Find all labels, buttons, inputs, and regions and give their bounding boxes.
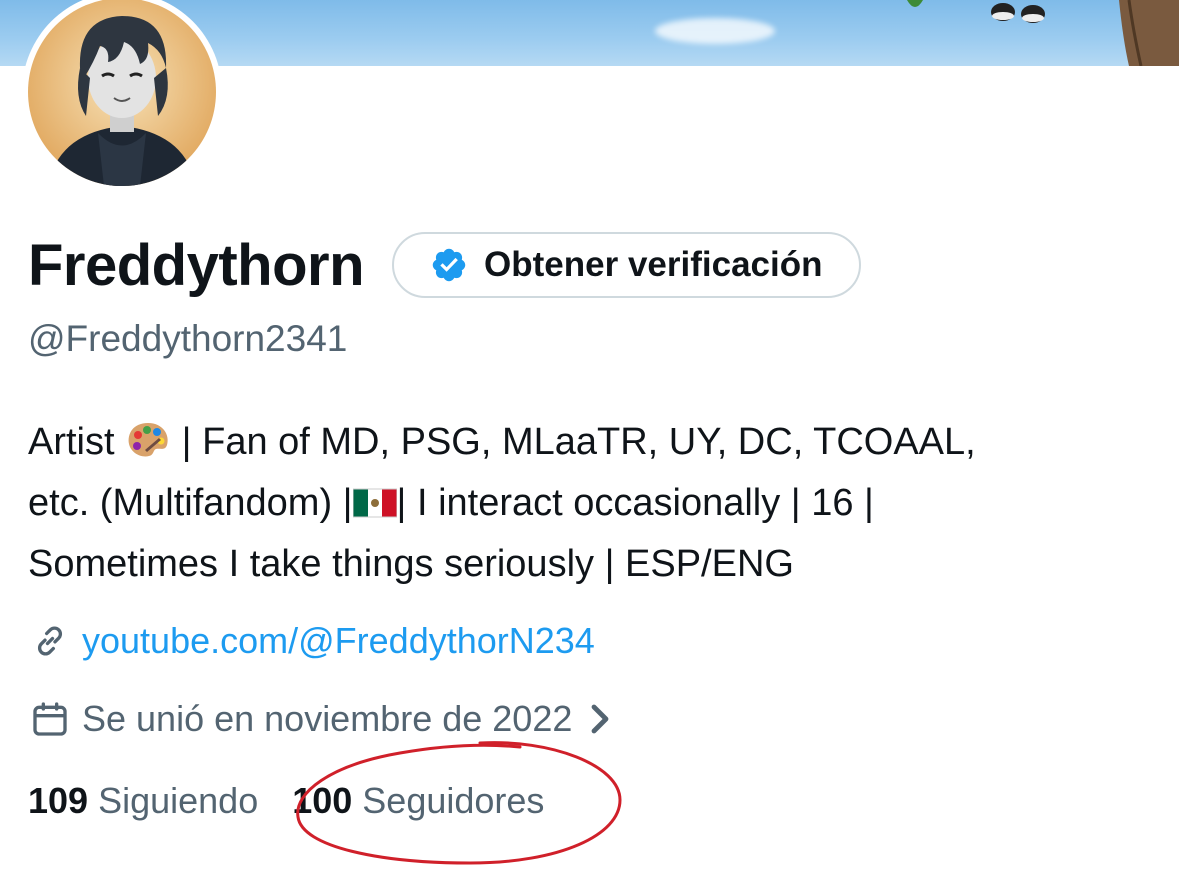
mexico-flag-emoji <box>352 488 397 518</box>
profile-handle: @Freddythorn2341 <box>28 318 348 359</box>
verified-badge-icon <box>432 248 466 282</box>
following-count: 109 <box>28 780 89 821</box>
banner-tree-illustration <box>1119 0 1179 66</box>
get-verified-button[interactable]: Obtener verificación <box>392 232 861 298</box>
profile-website: youtube.com/@FreddythorN234 <box>30 620 595 662</box>
joined-date-row[interactable]: Se unió en noviembre de 2022 <box>30 698 612 740</box>
profile-bio: Artist | Fan of MD, PSG, MLaaTR, UY, DC,… <box>28 412 1168 595</box>
red-circle-annotation <box>296 741 622 865</box>
get-verified-label: Obtener verificación <box>484 245 823 284</box>
chevron-right-icon <box>591 704 609 734</box>
calendar-icon <box>33 702 67 736</box>
display-name: Freddythorn <box>28 232 365 298</box>
avatar[interactable] <box>22 0 222 192</box>
artist-palette-emoji <box>128 423 168 457</box>
banner-sneakers-illustration <box>991 3 1045 23</box>
link-icon <box>38 626 62 656</box>
banner-cloud <box>655 18 775 44</box>
bio-line-2: etc. (Multifandom) | | I interact occasi… <box>28 482 874 524</box>
following-stat[interactable]: 109 Siguiendo <box>28 780 258 822</box>
website-link[interactable]: youtube.com/@FreddythorN234 <box>82 620 595 662</box>
name-row: Freddythorn Obtener verificación <box>28 230 861 300</box>
joined-date: Se unió en noviembre de 2022 <box>82 698 573 739</box>
bio-line-1: Artist | Fan of MD, PSG, MLaaTR, UY, DC,… <box>28 421 976 463</box>
following-label: Siguiendo <box>98 780 259 821</box>
bio-line-3: Sometimes I take things seriously | ESP/… <box>28 543 794 585</box>
avatar-image <box>28 0 216 186</box>
banner-leaf-illustration <box>907 0 923 7</box>
